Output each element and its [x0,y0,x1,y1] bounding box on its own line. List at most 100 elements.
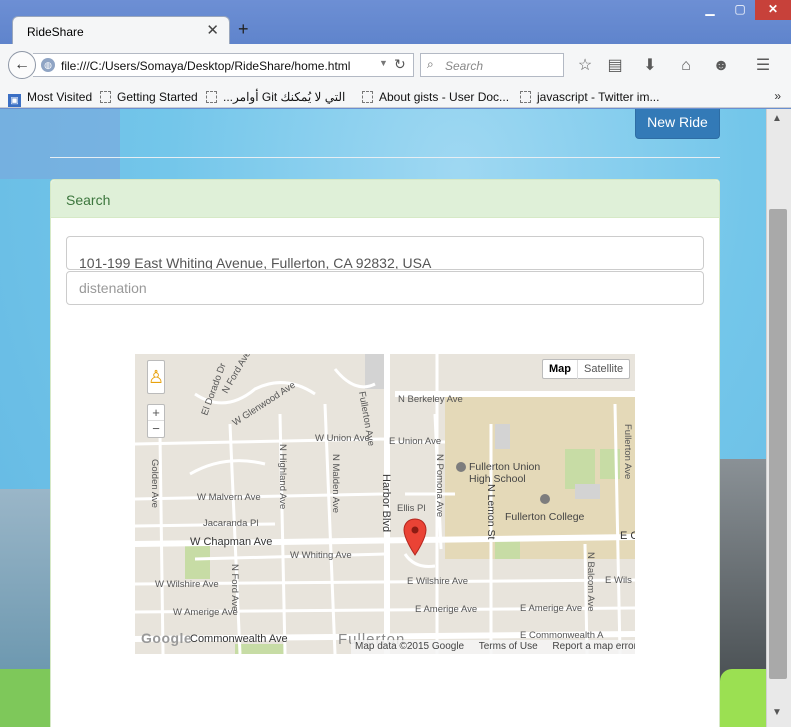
page-icon [206,91,217,103]
bookmarks-bar: ▣ Most Visited Getting Started ...أوامر G… [0,86,791,108]
map-label: Commonwealth Ave [190,633,288,645]
map-type-control: Map Satellite [542,359,631,379]
reading-list-icon[interactable]: ▤ [604,56,626,76]
bookmark-javascript-twitter[interactable]: javascript - Twitter im... [520,90,659,104]
new-ride-button[interactable]: New Ride [635,109,720,139]
park-area [235,644,285,654]
map-label: E Amerige Ave [520,603,582,614]
divider [50,157,720,158]
map-type-map-button[interactable]: Map [543,360,578,379]
zoom-out-button[interactable]: − [148,421,164,437]
park-area [495,539,520,559]
terms-of-use-link[interactable]: Terms of Use [479,641,538,652]
map-label: N Malden Ave [330,454,341,513]
social-icon[interactable]: ☻ [710,56,732,76]
map-label: Golden Ave [149,459,160,508]
bookmark-most-visited[interactable]: ▣ Most Visited [8,90,92,107]
map-label: W Wilshire Ave [155,579,219,590]
scrollbar-thumb[interactable] [769,209,787,679]
map-label: Harbor Blvd [380,474,392,532]
map-label: N Ford Ave [229,564,240,611]
search-placeholder: Search [445,59,484,73]
zoom-control: + − [147,404,165,438]
url-bar[interactable]: ◍ file:///C:/Users/Somaya/Desktop/RideSh… [33,53,414,77]
bookmark-about-gists[interactable]: About gists - User Doc... [362,90,509,104]
vertical-scrollbar[interactable]: ▲ ▼ [766,109,791,727]
map-label: E Amerige Ave [415,604,477,615]
bookmark-git-commands[interactable]: ...أوامر Git التي لا يُمكنك [206,90,345,104]
background-image [720,669,766,727]
menu-icon[interactable]: ☰ [752,56,774,76]
park-area [185,544,210,579]
map-label: N Balcom Ave [585,552,596,612]
page-icon [362,91,373,103]
school-icon[interactable] [540,494,550,504]
map-label: N Pomona Ave [434,454,445,517]
map-type-satellite-button[interactable]: Satellite [578,360,629,379]
bookmark-getting-started[interactable]: Getting Started [100,90,198,104]
maximize-icon[interactable]: ▢ [726,0,754,20]
street-view-pegman-icon[interactable]: ♙ [147,360,165,394]
map-label: Fullerton Ave [622,424,633,479]
map-attribution: Map data ©2015 Google Terms of Use Repor… [351,640,635,654]
search-icon: ⌕ [427,57,434,71]
map-data-text: Map data ©2015 Google [355,641,465,652]
search-panel: Search 101-199 East Whiting Avenue, Full… [50,179,720,727]
page-icon [520,91,531,103]
background-image [0,109,120,179]
map-canvas[interactable]: N Berkeley Ave W Union Ave E Union Ave W… [135,354,635,654]
back-button[interactable]: ← [8,51,36,79]
search-bar[interactable]: ⌕ Search [420,53,564,77]
tab-rideshare[interactable]: RideShare ✕ [12,16,230,46]
map-label: W Glenwood Ave [231,380,298,429]
map-label: E Union Ave [389,436,441,447]
map-label: W Amerige Ave [173,607,238,618]
scroll-up-icon[interactable]: ▲ [772,113,782,124]
map-label: W Whiting Ave [290,550,352,561]
zoom-in-button[interactable]: + [148,405,164,421]
map-label: Fullerton College [505,511,585,523]
globe-icon: ◍ [41,58,55,72]
map-label: W Chapman Ave [190,536,272,548]
url-dropdown-icon[interactable]: ▼ [379,58,388,68]
close-window-icon[interactable]: ✕ [755,0,791,20]
title-bar: RideShare ✕ + ▁ ▢ ✕ [0,0,791,46]
bookmark-star-icon[interactable]: ☆ [574,56,596,76]
panel-heading: Search [51,180,719,218]
map-label: E Wilshire Ave [407,576,468,587]
map-label: E Ch [620,530,635,542]
close-tab-icon[interactable]: ✕ [206,23,219,38]
building [575,484,600,499]
building [495,424,510,449]
navigation-toolbar: ◍ file:///C:/Users/Somaya/Desktop/RideSh… [0,44,791,86]
map[interactable]: N Berkeley Ave W Union Ave E Union Ave W… [135,354,635,654]
map-label: N Berkeley Ave [398,394,463,405]
scroll-down-icon[interactable]: ▼ [772,707,782,718]
most-visited-icon: ▣ [8,94,21,107]
bookmarks-overflow-icon[interactable]: » [774,89,781,103]
map-label: E Wils [605,575,632,586]
page-icon [100,91,111,103]
park-area [565,449,595,489]
map-label: Jacaranda Pl [203,518,258,529]
download-icon[interactable]: ⬇ [639,56,661,76]
google-logo[interactable]: Google [141,630,192,646]
new-tab-icon[interactable]: + [238,20,249,38]
home-icon[interactable]: ⌂ [675,56,697,76]
url-text[interactable]: file:///C:/Users/Somaya/Desktop/RideShar… [61,59,350,73]
map-label: W Malvern Ave [197,492,261,503]
school-icon[interactable] [456,462,466,472]
destination-input[interactable]: distenation [66,271,704,305]
reload-icon[interactable]: ↻ [394,56,406,73]
map-label: N Lemon St [485,484,497,540]
map-label: N Highland Ave [277,444,288,509]
map-label: W Union Ave [315,433,370,444]
tab-title: RideShare [27,25,84,39]
report-map-error-link[interactable]: Report a map error [552,641,635,652]
minimize-icon[interactable]: ▁ [696,0,724,20]
origin-input[interactable]: 101-199 East Whiting Avenue, Fullerton, … [66,236,704,270]
building [365,354,385,389]
map-label: High School [469,473,526,485]
map-label: Ellis Pl [397,503,426,514]
map-label: Fullerton Union [469,461,540,473]
